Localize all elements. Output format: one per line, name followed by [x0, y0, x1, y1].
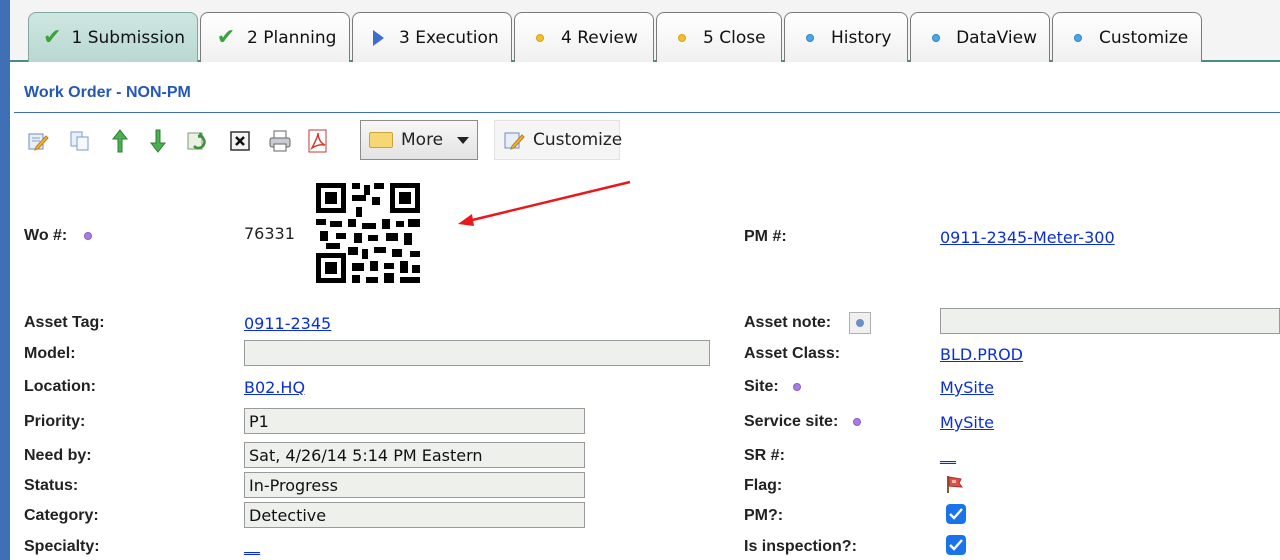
pm-number-link[interactable]: 0911-2345-Meter-300: [940, 228, 1115, 247]
more-label: More: [401, 130, 444, 150]
required-dot-icon: [83, 232, 92, 240]
asset-note-field[interactable]: [940, 308, 1280, 334]
arrow-down-icon[interactable]: [146, 129, 170, 153]
status-label: Status:: [24, 477, 79, 494]
tab-planning[interactable]: ✔ 2 Planning: [200, 12, 350, 62]
model-label: Model:: [24, 345, 76, 362]
site-label: Site:: [744, 378, 802, 396]
location-label: Location:: [24, 378, 96, 395]
tab-customize[interactable]: Customize: [1052, 12, 1202, 62]
refresh-icon[interactable]: [186, 129, 210, 153]
blue-dot-icon: [925, 33, 946, 42]
service-site-link[interactable]: MySite: [940, 413, 994, 432]
asset-class-label: Asset Class:: [744, 345, 841, 362]
window-frame: [0, 0, 10, 560]
site-link[interactable]: MySite: [940, 378, 994, 397]
asset-note-label: Asset note:: [744, 314, 832, 331]
tab-label: 1 Submission: [71, 27, 185, 48]
service-site-label: Service site:: [744, 413, 861, 431]
workflow-tabs: ✔ 1 Submission ✔ 2 Planning 3 Execution …: [28, 12, 1204, 62]
sr-number-label: SR #:: [744, 447, 785, 464]
delete-icon[interactable]: [228, 129, 252, 153]
category-field[interactable]: Detective: [244, 502, 585, 528]
specialty-label: Specialty:: [24, 538, 100, 555]
asset-tag-label: Asset Tag:: [24, 314, 105, 331]
wo-number-label: Wo #:: [24, 227, 92, 245]
status-field[interactable]: In-Progress: [244, 472, 585, 498]
sr-number-link[interactable]: __: [940, 445, 956, 464]
priority-field[interactable]: P1: [244, 408, 585, 434]
copy-icon[interactable]: [68, 129, 92, 153]
title-divider: [14, 112, 1280, 113]
tab-review[interactable]: 4 Review: [514, 12, 654, 62]
more-button[interactable]: More: [360, 120, 478, 160]
pdf-icon[interactable]: [306, 129, 330, 153]
yellow-dot-icon: [529, 33, 551, 42]
tab-history[interactable]: History: [784, 12, 908, 62]
tab-label: 5 Close: [703, 27, 766, 48]
folder-icon: [369, 132, 393, 148]
wo-number-value: 76331: [244, 224, 295, 243]
tab-label: 4 Review: [561, 27, 638, 48]
need-by-label: Need by:: [24, 447, 92, 464]
customize-button[interactable]: Customize: [494, 120, 623, 160]
tab-label: History: [831, 27, 892, 48]
customize-icon: [503, 129, 525, 151]
need-by-field[interactable]: Sat, 4/26/14 5:14 PM Eastern: [244, 442, 585, 468]
flag-label: Flag:: [744, 477, 783, 494]
blue-dot-icon: [799, 33, 821, 42]
info-icon[interactable]: [849, 312, 871, 334]
model-field[interactable]: [244, 340, 710, 366]
flag-icon[interactable]: [944, 474, 964, 494]
tab-submission[interactable]: ✔ 1 Submission: [28, 12, 198, 62]
inspection-checkbox[interactable]: [946, 535, 966, 555]
required-dot-icon: [852, 418, 861, 426]
priority-label: Priority:: [24, 413, 86, 430]
tab-label: Customize: [1099, 27, 1189, 48]
pm-checkbox[interactable]: [946, 504, 966, 524]
qr-code-image: [296, 163, 440, 307]
pm-number-label: PM #:: [744, 228, 787, 245]
asset-class-link[interactable]: BLD.PROD: [940, 345, 1023, 364]
yellow-dot-icon: [671, 33, 693, 42]
page-title: Work Order - NON-PM: [24, 84, 191, 101]
chevron-down-icon: [457, 136, 470, 144]
play-triangle-icon: [367, 29, 389, 46]
pm-question-label: PM?:: [744, 507, 784, 524]
edit-icon[interactable]: [26, 129, 50, 153]
asset-tag-link[interactable]: 0911-2345: [244, 314, 331, 333]
annotation-arrow: [458, 180, 631, 226]
tab-label: 2 Planning: [247, 27, 337, 48]
required-dot-icon: [793, 383, 802, 391]
check-icon: ✔: [43, 25, 62, 50]
tab-label: DataView: [956, 27, 1037, 48]
specialty-link[interactable]: __: [244, 536, 260, 555]
tab-label: 3 Execution: [399, 27, 499, 48]
check-icon: ✔: [216, 25, 236, 50]
print-icon[interactable]: [268, 129, 292, 153]
arrow-up-icon[interactable]: [108, 129, 132, 153]
blue-dot-icon: [1067, 33, 1089, 42]
tab-execution[interactable]: 3 Execution: [352, 12, 512, 62]
tab-close[interactable]: 5 Close: [656, 12, 782, 62]
customize-label: Customize: [533, 130, 623, 150]
category-label: Category:: [24, 507, 99, 524]
location-link[interactable]: B02.HQ: [244, 378, 305, 397]
tab-dataview[interactable]: DataView: [910, 12, 1050, 62]
inspection-label: Is inspection?:: [744, 538, 857, 555]
